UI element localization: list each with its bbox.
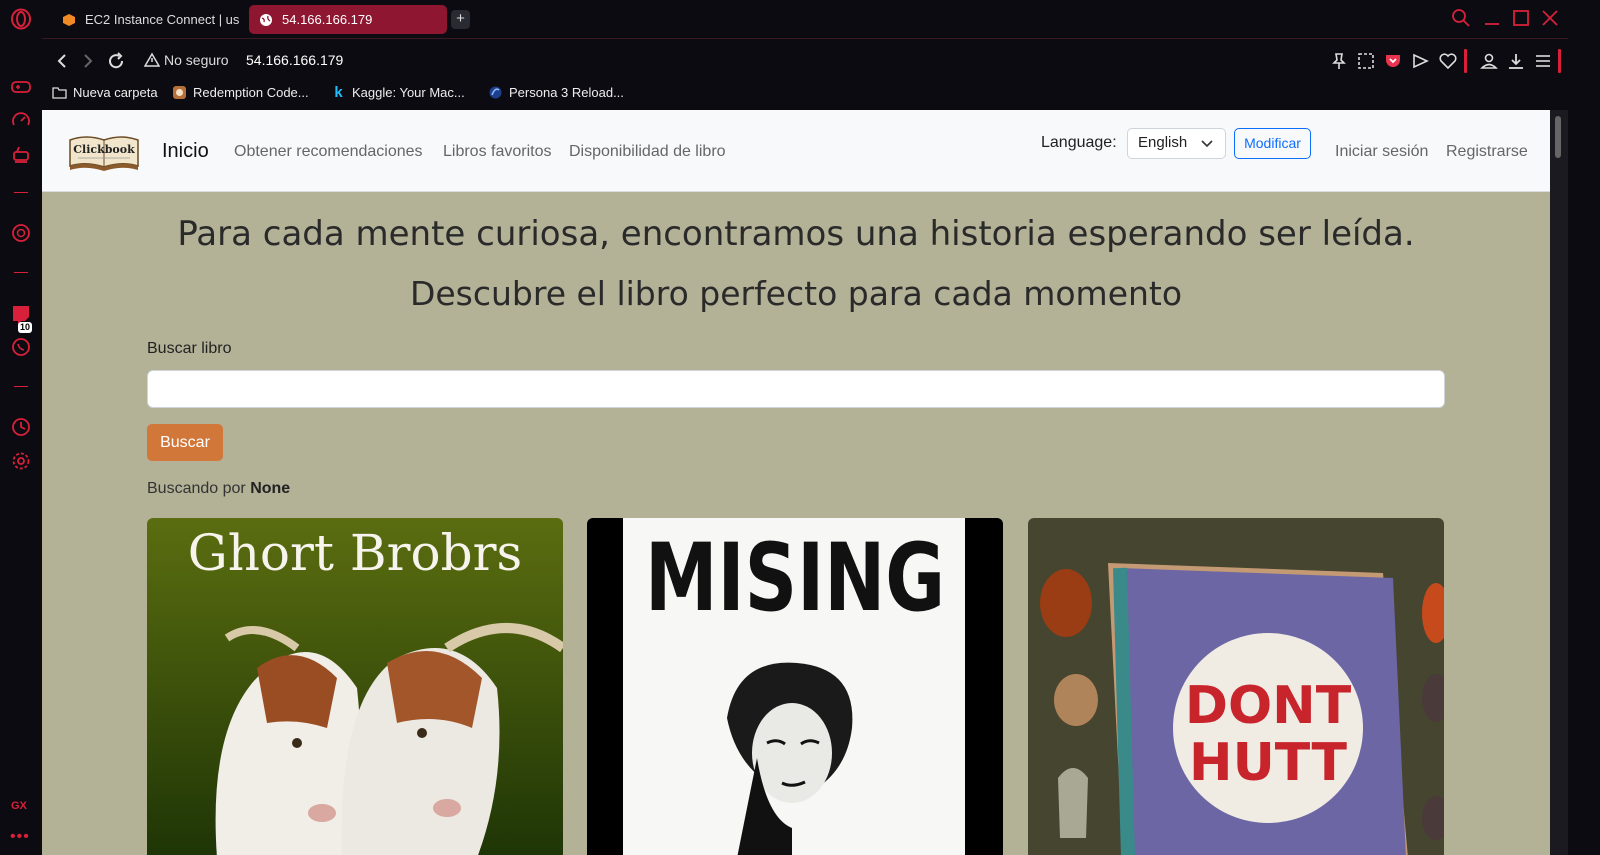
page-viewport: Clickbook Inicio Obtener recomendaciones…	[42, 110, 1550, 855]
redemption-site-icon	[173, 86, 186, 99]
nav-brand-home[interactable]: Inicio	[162, 140, 209, 163]
history-icon[interactable]	[10, 416, 32, 438]
page-scrollbar[interactable]	[1550, 110, 1568, 855]
bookmark-folder[interactable]: Nueva carpeta	[52, 85, 158, 100]
aws-cube-icon	[63, 13, 75, 26]
account-icon[interactable]	[1479, 51, 1499, 71]
heart-icon[interactable]	[1438, 51, 1458, 71]
pocket-icon[interactable]	[1383, 51, 1403, 71]
bookmark-label: Persona 3 Reload...	[509, 85, 624, 100]
bookmark-label: Redemption Code...	[193, 85, 309, 100]
warning-triangle-icon	[144, 52, 160, 67]
more-dots-icon[interactable]: •••	[10, 828, 30, 846]
search-status: Buscando por None	[147, 480, 290, 498]
gx-control-icon[interactable]	[10, 110, 32, 132]
bookmark-label: Nueva carpeta	[73, 85, 158, 100]
address-bar: No seguro 54.166.166.179	[42, 38, 1600, 81]
tab-active-site[interactable]: 54.166.166.179	[249, 5, 447, 34]
gx-cleaner-icon[interactable]	[10, 143, 32, 165]
sidebar-divider	[14, 386, 28, 387]
maximize-icon[interactable]	[1511, 8, 1531, 28]
toolbar-divider	[1464, 49, 1467, 73]
book-cover-image: Ghort Brobrs	[147, 518, 563, 855]
bookmark-kaggle[interactable]: k Kaggle: Your Mac...	[331, 84, 465, 101]
forward-icon[interactable]	[78, 51, 98, 71]
search-status-term: None	[250, 480, 291, 497]
svg-text:Ghort Brobrs: Ghort Brobrs	[188, 524, 522, 582]
svg-text:DONT: DONT	[1185, 676, 1352, 736]
folder-icon	[52, 87, 67, 99]
whatsapp-icon[interactable]	[10, 336, 32, 358]
tab-label: 54.166.166.179	[282, 12, 373, 27]
sidebar-divider	[14, 192, 28, 193]
url-field[interactable]: 54.166.166.179	[246, 52, 343, 68]
modify-language-button[interactable]: Modificar	[1234, 128, 1311, 159]
window-right-edge	[1568, 38, 1600, 855]
globe-icon	[260, 13, 272, 26]
bookmark-label: Kaggle: Your Mac...	[352, 85, 465, 100]
gx-sidebar: 10 GX •••	[0, 0, 42, 855]
login-link[interactable]: Iniciar sesión	[1335, 143, 1428, 161]
hero-subtitle: Descubre el libro perfecto para cada mom…	[409, 274, 1183, 313]
search-icon[interactable]	[1451, 8, 1471, 28]
chatgpt-icon[interactable]	[10, 222, 32, 244]
search-button[interactable]: Buscar	[147, 424, 223, 461]
book-card-1[interactable]: Ghort Brobrs	[147, 518, 563, 855]
book-cover-image: MISING	[587, 518, 1003, 855]
hero-tagline: Para cada mente curiosa, encontramos una…	[177, 214, 1415, 254]
nav-link-recommendations[interactable]: Obtener recomendaciones	[234, 143, 423, 161]
reload-icon[interactable]	[106, 51, 126, 71]
gx-label: GX	[11, 800, 27, 812]
bookmark-persona[interactable]: Persona 3 Reload...	[488, 85, 624, 100]
book-card-2[interactable]: MISING	[587, 518, 1003, 855]
tab-ec2[interactable]: EC2 Instance Connect | us	[52, 5, 240, 34]
back-icon[interactable]	[52, 51, 72, 71]
chevron-down-icon	[1201, 140, 1213, 148]
scrollbar-thumb[interactable]	[1555, 116, 1561, 158]
gamepad-icon[interactable]	[10, 76, 32, 98]
site-navbar: Clickbook Inicio Obtener recomendaciones…	[42, 110, 1550, 192]
minimize-icon[interactable]	[1482, 8, 1502, 28]
twitch-badge: 10	[18, 322, 33, 333]
nav-link-availability[interactable]: Disponibilidad de libro	[569, 143, 726, 161]
bookmarks-bar: Nueva carpeta Redemption Code... k Kaggl…	[42, 81, 1600, 110]
sidebar-divider	[14, 272, 28, 273]
new-tab-button[interactable]: +	[451, 10, 470, 29]
language-selected-value: English	[1138, 134, 1188, 151]
book-cover-image: DONT HUTT	[1028, 518, 1444, 855]
bookmark-redemption[interactable]: Redemption Code...	[172, 85, 309, 100]
svg-text:HUTT: HUTT	[1189, 733, 1347, 793]
easy-setup-icon[interactable]	[1533, 51, 1553, 71]
security-indicator[interactable]: No seguro	[144, 52, 229, 68]
book-card-3[interactable]: DONT HUTT	[1028, 518, 1444, 855]
persona-site-icon	[489, 86, 502, 99]
tab-strip: EC2 Instance Connect | us 54.166.166.179…	[42, 0, 1600, 38]
toolbar-divider	[1558, 49, 1561, 73]
pin-icon[interactable]	[1329, 51, 1349, 71]
svg-text:MISING: MISING	[645, 524, 945, 633]
send-icon[interactable]	[1410, 51, 1430, 71]
opera-logo-icon[interactable]	[10, 8, 32, 30]
language-select[interactable]: English	[1127, 128, 1226, 159]
settings-gear-icon[interactable]	[10, 450, 32, 472]
register-link[interactable]: Registrarse	[1446, 143, 1528, 161]
snapshot-icon[interactable]	[1356, 51, 1376, 71]
svg-text:Clickbook: Clickbook	[73, 143, 135, 156]
search-input[interactable]	[147, 370, 1445, 408]
language-label: Language:	[1041, 134, 1117, 151]
security-label: No seguro	[164, 52, 229, 68]
tab-label: EC2 Instance Connect | us	[85, 12, 240, 27]
kaggle-icon: k	[334, 84, 343, 101]
search-label: Buscar libro	[147, 340, 232, 357]
nav-link-favorites[interactable]: Libros favoritos	[443, 143, 552, 161]
search-status-prefix: Buscando por	[147, 480, 246, 497]
download-icon[interactable]	[1506, 51, 1526, 71]
clickbook-logo[interactable]: Clickbook	[68, 132, 140, 172]
close-window-icon[interactable]	[1540, 8, 1560, 28]
